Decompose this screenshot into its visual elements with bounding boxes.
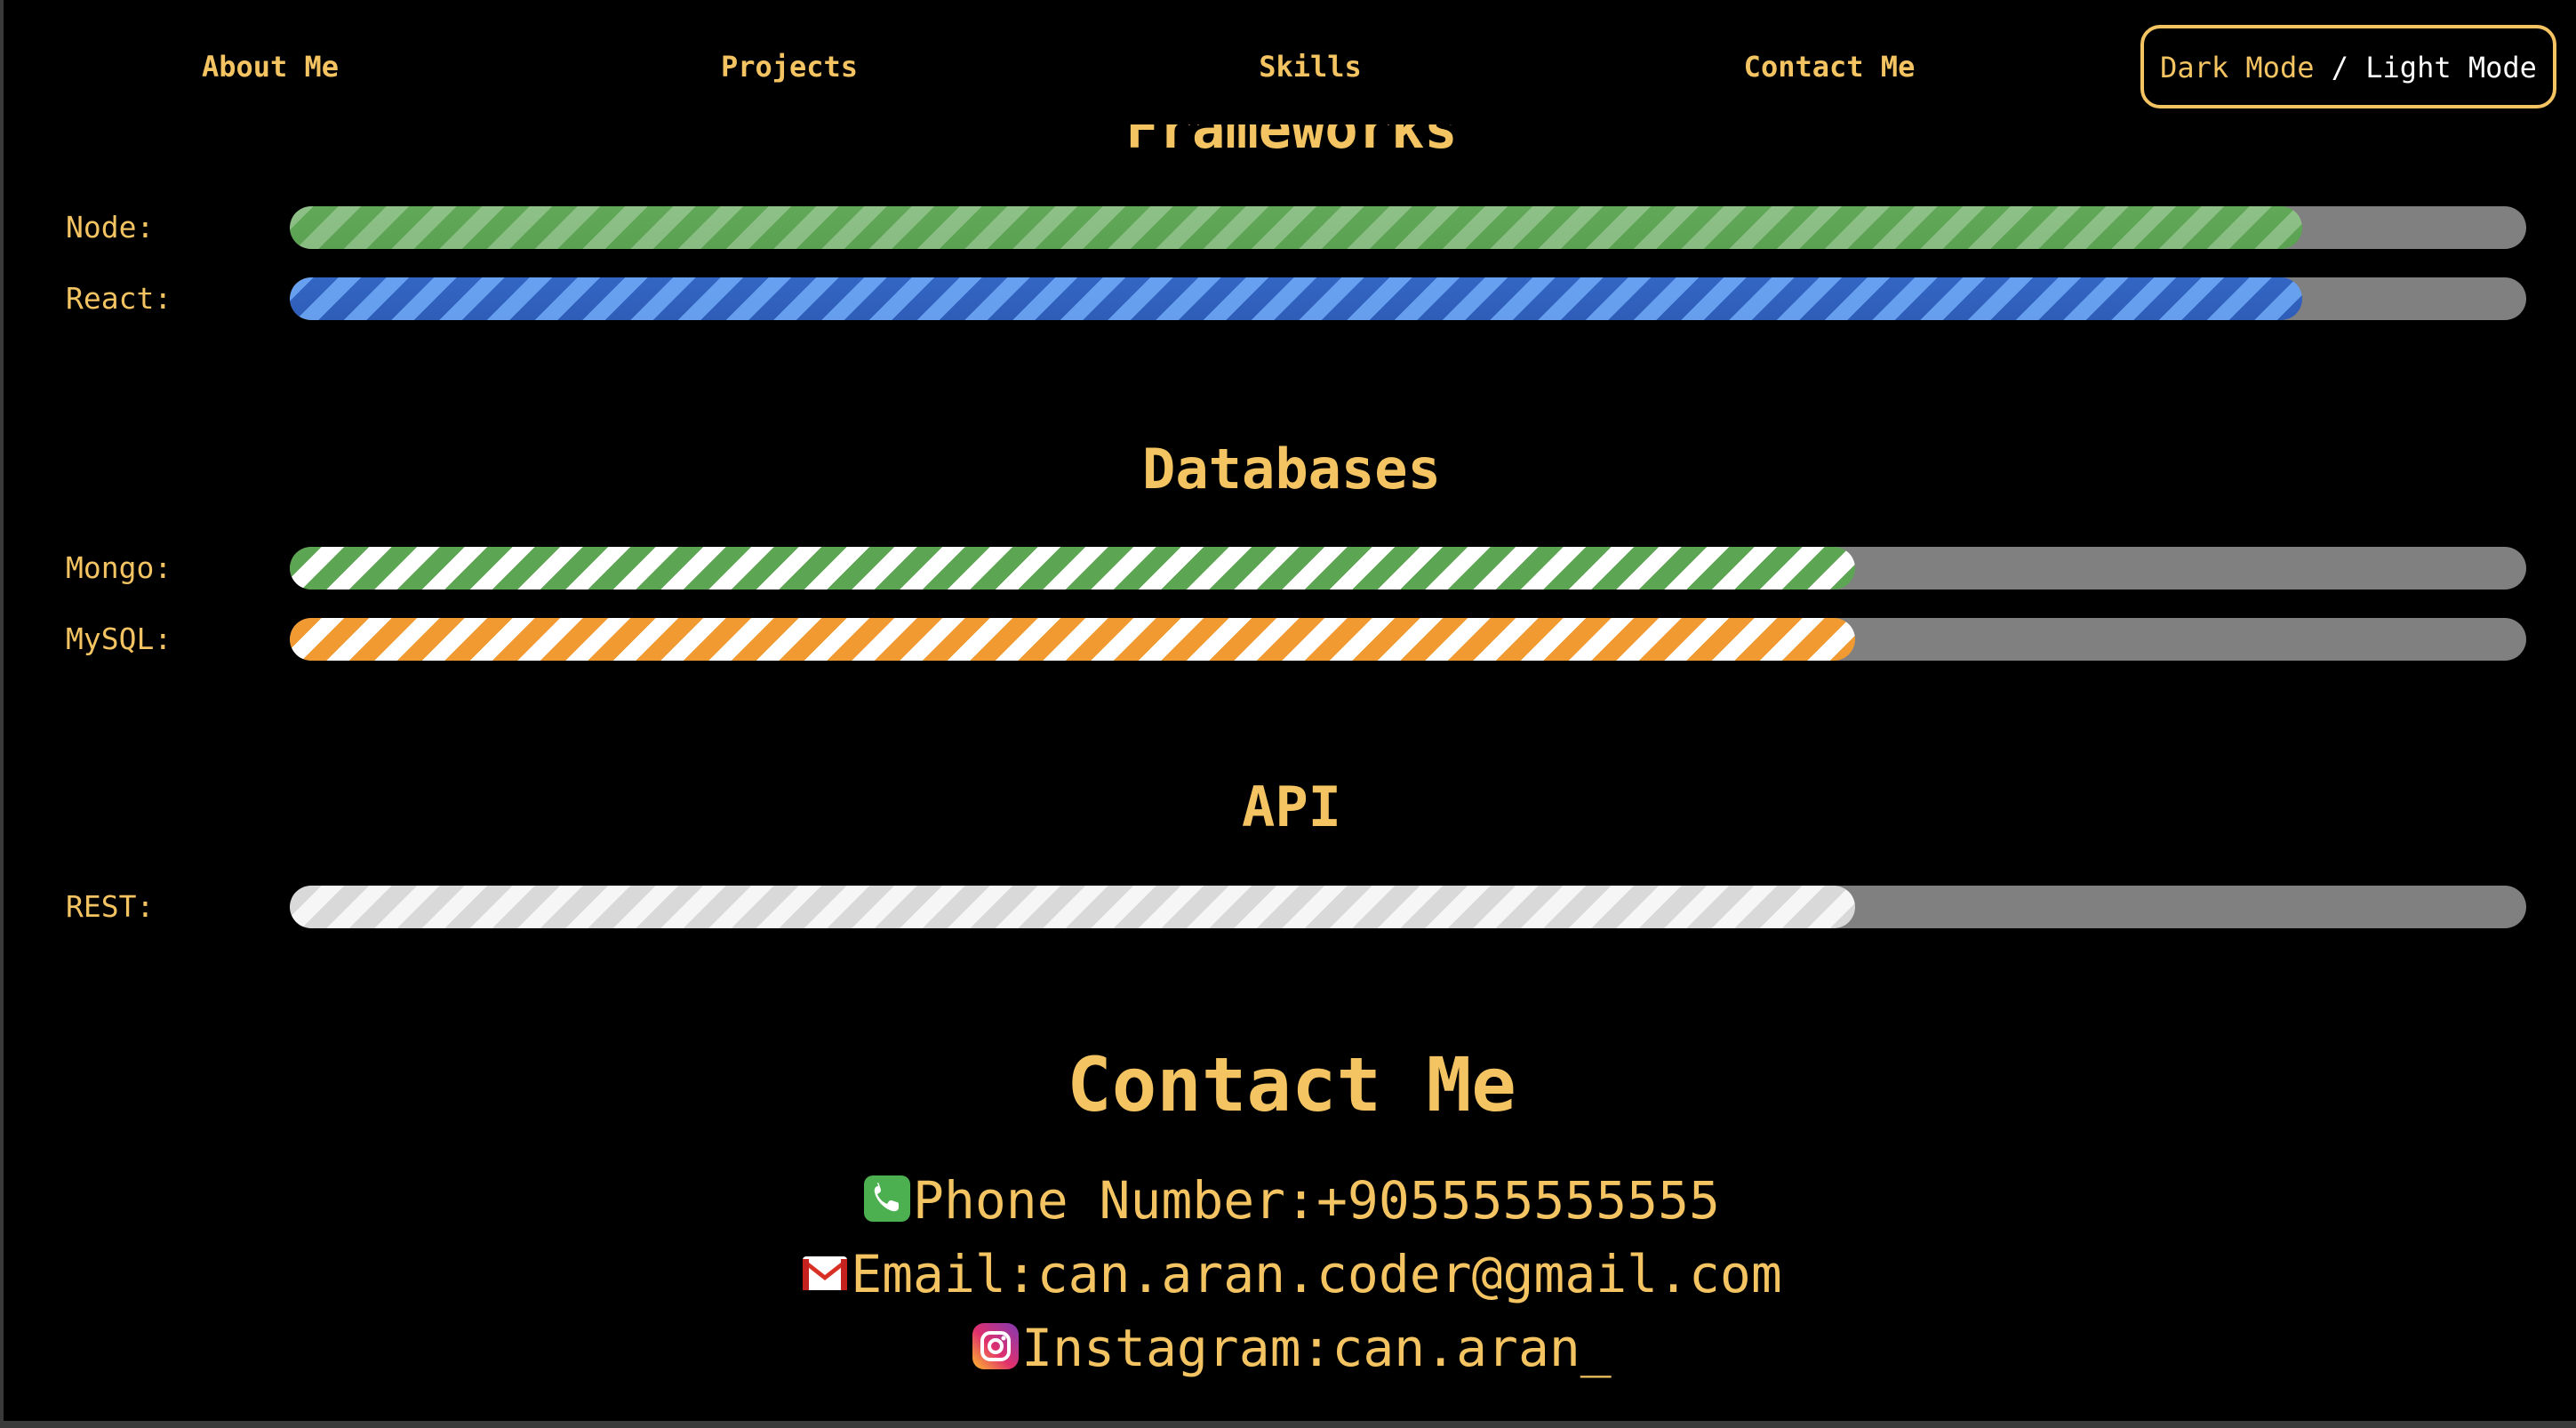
top-navbar: About Me Projects Skills Contact Me Dark… [4, 0, 2576, 124]
skill-bar-node-fill [290, 206, 2303, 249]
skill-bar-rest-fill [290, 886, 1856, 928]
skill-label-mongo: Mongo: [66, 550, 172, 585]
skill-label-rest: REST: [66, 889, 155, 924]
theme-toggle-button[interactable]: Dark Mode / Light Mode [2140, 25, 2556, 108]
contact-instagram-text: Instagram:can.aran_ [1021, 1318, 1612, 1378]
instagram-icon [972, 1322, 1020, 1370]
page-viewport: Frameworks Node: React: Databases Mongo:… [0, 0, 2576, 1428]
contact-phone-text: Phone Number:+905555555555 [913, 1170, 1720, 1231]
contact-email-text: Email:can.aran.coder@gmail.com [851, 1244, 1782, 1304]
nav-contact-me[interactable]: Contact Me [1723, 44, 1936, 89]
nav-projects[interactable]: Projects [683, 44, 896, 89]
contact-instagram: Instagram:can.aran_ [4, 1312, 2576, 1384]
contact-email: Email:can.aran.coder@gmail.com [4, 1239, 2576, 1310]
skill-bar-rest [290, 886, 2526, 928]
light-mode-label: Light Mode [2365, 51, 2537, 84]
phone-icon [863, 1175, 911, 1223]
skill-label-react: React: [66, 281, 172, 316]
skill-bar-react-fill [290, 277, 2303, 320]
mode-separator: / [2331, 51, 2348, 84]
skill-bar-mongo-fill [290, 547, 1856, 590]
skill-bar-react [290, 277, 2526, 320]
contact-title: Contact Me [1067, 1041, 1516, 1128]
skill-label-mysql: MySQL: [66, 622, 172, 656]
nav-skills[interactable]: Skills [1204, 44, 1417, 89]
skill-bar-mysql [290, 618, 2526, 661]
skill-bar-node [290, 206, 2526, 249]
gmail-icon [801, 1248, 849, 1296]
section-title-databases: Databases [1142, 437, 1441, 501]
skill-bar-mysql-fill [290, 618, 1856, 661]
skill-bar-mongo [290, 547, 2526, 590]
nav-about-me[interactable]: About Me [164, 44, 377, 89]
section-title-api: API [1242, 774, 1341, 839]
skill-label-node: Node: [66, 210, 155, 245]
dark-mode-label: Dark Mode [2160, 51, 2315, 84]
contact-phone: Phone Number:+905555555555 [4, 1165, 2576, 1236]
